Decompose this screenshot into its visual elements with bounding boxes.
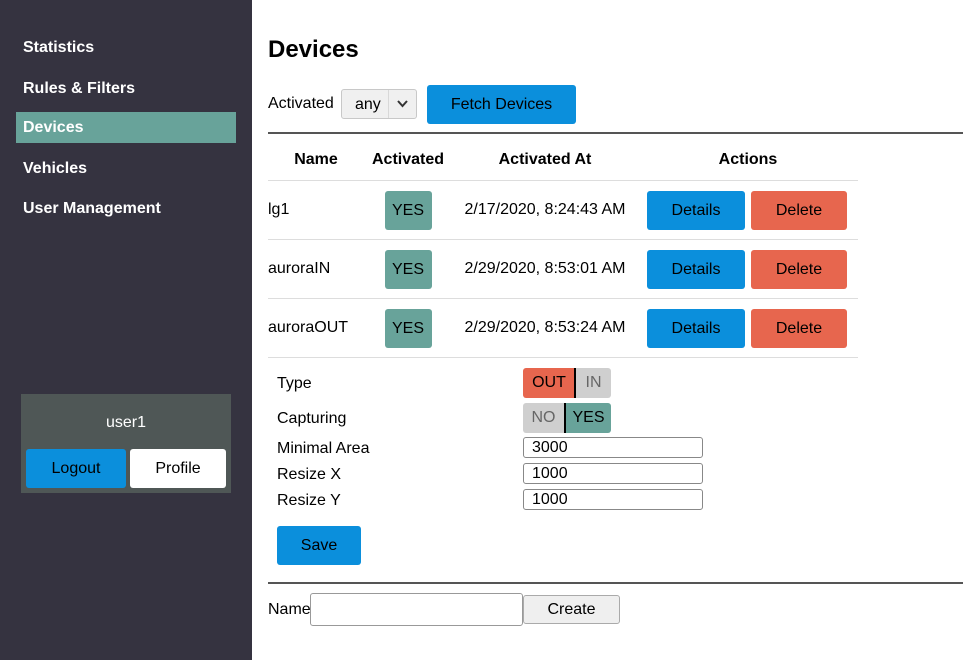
logout-button[interactable]: Logout: [26, 449, 126, 488]
activated-at: 2/29/2020, 8:53:24 AM: [452, 298, 638, 358]
table-header-row: Name Activated Activated At Actions: [268, 140, 858, 181]
divider: [268, 132, 963, 134]
resize-y-label: Resize Y: [277, 492, 341, 509]
activated-badge: YES: [384, 249, 432, 289]
delete-button[interactable]: Delete: [751, 249, 847, 289]
activated-filter-select[interactable]: any: [341, 89, 417, 119]
capturing-option-yes[interactable]: YES: [566, 403, 611, 433]
new-device-name-input[interactable]: [310, 593, 523, 626]
activated-at: 2/17/2020, 8:24:43 AM: [452, 180, 638, 240]
type-option-out[interactable]: OUT: [523, 368, 575, 398]
sidebar-item-vehicles[interactable]: Vehicles: [16, 153, 236, 184]
delete-button[interactable]: Delete: [751, 308, 847, 348]
table-row: lg1 YES 2/17/2020, 8:24:43 AM Details Del…: [268, 180, 858, 240]
activated-badge: YES: [384, 190, 432, 230]
divider: [268, 582, 963, 584]
minimal-area-input[interactable]: 3000: [523, 437, 703, 458]
column-header-name: Name: [268, 140, 364, 181]
create-button[interactable]: Create: [523, 595, 620, 624]
chevron-down-icon: [388, 90, 416, 118]
column-header-activated: Activated: [364, 140, 452, 181]
details-button[interactable]: Details: [647, 190, 745, 230]
resize-x-label: Resize X: [277, 466, 342, 483]
activated-at: 2/29/2020, 8:53:01 AM: [452, 239, 638, 299]
type-label: Type: [277, 375, 312, 392]
device-name: lg1: [268, 180, 364, 240]
table-row: auroraOUT YES 2/29/2020, 8:53:24 AM Deta…: [268, 298, 858, 358]
details-button[interactable]: Details: [647, 308, 745, 348]
device-name: auroraIN: [268, 239, 364, 299]
new-device-name-label: Name: [268, 601, 311, 618]
column-header-activated-at: Activated At: [452, 140, 638, 181]
capturing-option-no[interactable]: NO: [523, 403, 564, 433]
save-button[interactable]: Save: [277, 526, 361, 565]
sidebar-item-statistics[interactable]: Statistics: [16, 32, 236, 63]
activated-filter-value: any: [355, 96, 381, 113]
delete-button[interactable]: Delete: [751, 190, 847, 230]
sidebar-item-devices[interactable]: Devices: [16, 112, 236, 143]
sidebar-item-rules-filters[interactable]: Rules & Filters: [16, 73, 236, 104]
activated-badge: YES: [384, 308, 432, 348]
table-row: auroraIN YES 2/29/2020, 8:53:01 AM Detai…: [268, 239, 858, 299]
device-name: auroraOUT: [268, 298, 364, 358]
capturing-toggle[interactable]: NO YES: [523, 403, 611, 433]
resize-y-input[interactable]: 1000: [523, 489, 703, 510]
fetch-devices-button[interactable]: Fetch Devices: [427, 85, 576, 124]
user-name: user1: [105, 414, 147, 431]
user-panel: user1 Logout Profile: [21, 394, 231, 493]
activated-filter-label: Activated: [268, 95, 334, 112]
page-title: Devices: [268, 36, 359, 63]
devices-table: Name Activated Activated At Actions lg1 …: [268, 140, 858, 358]
details-button[interactable]: Details: [647, 249, 745, 289]
type-toggle[interactable]: OUT IN: [523, 368, 611, 398]
sidebar-item-user-management[interactable]: User Management: [16, 193, 236, 224]
capturing-label: Capturing: [277, 410, 347, 427]
profile-button[interactable]: Profile: [130, 449, 226, 488]
minimal-area-label: Minimal Area: [277, 440, 370, 457]
sidebar: Statistics Rules & Filters Devices Vehic…: [0, 0, 252, 660]
type-option-in[interactable]: IN: [576, 368, 611, 398]
main-content: Devices Activated any Fetch Devices Name…: [252, 0, 963, 660]
column-header-actions: Actions: [638, 140, 858, 181]
resize-x-input[interactable]: 1000: [523, 463, 703, 484]
